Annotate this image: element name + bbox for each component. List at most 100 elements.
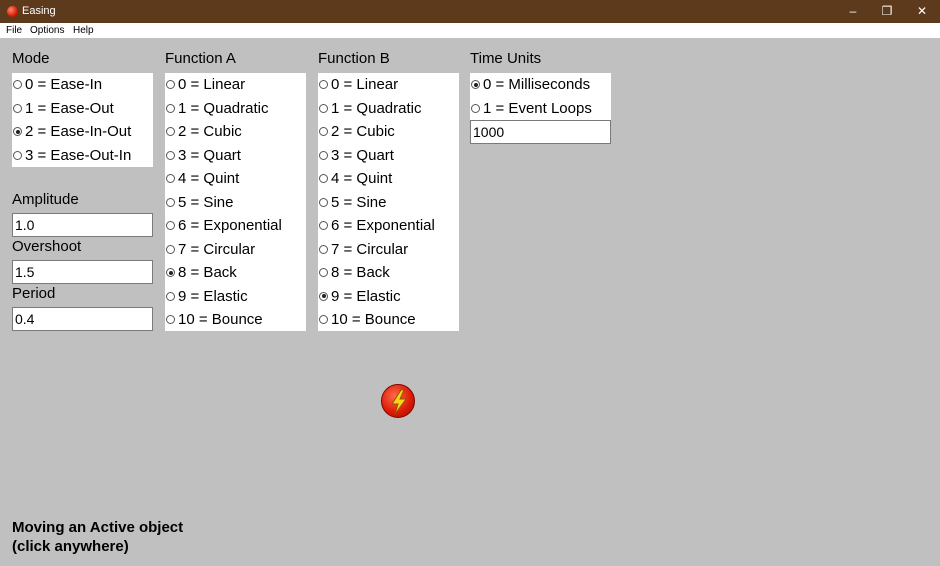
function-a-option-label: 9 = Elastic bbox=[178, 287, 248, 305]
radio-button[interactable] bbox=[166, 315, 175, 324]
function-a-option[interactable]: 8 = Back bbox=[165, 261, 306, 284]
time-units-option[interactable]: 0 = Milliseconds bbox=[470, 73, 611, 96]
function-b-option[interactable]: 7 = Circular bbox=[318, 238, 459, 261]
lightning-bolt-icon[interactable] bbox=[381, 384, 415, 418]
function-a-option[interactable]: 1 = Quadratic bbox=[165, 97, 306, 120]
function-b-option[interactable]: 9 = Elastic bbox=[318, 285, 459, 308]
time-value-input[interactable]: 1000 bbox=[470, 120, 611, 144]
mode-option-label: 0 = Ease-In bbox=[25, 76, 103, 93]
maximize-button[interactable]: ❐ bbox=[870, 0, 904, 23]
function-b-option-label: 9 = Elastic bbox=[331, 287, 401, 305]
function-a-option[interactable]: 3 = Quart bbox=[165, 144, 306, 167]
radio-button[interactable] bbox=[471, 103, 480, 113]
mode-option-label: 3 = Ease-Out-In bbox=[25, 146, 132, 164]
function-b-option-label: 8 = Back bbox=[331, 264, 390, 281]
close-button[interactable]: ✕ bbox=[905, 0, 939, 23]
amplitude-label: Amplitude bbox=[12, 191, 79, 208]
radio-button[interactable] bbox=[13, 103, 22, 113]
function-b-option[interactable]: 3 = Quart bbox=[318, 144, 459, 167]
function-a-option[interactable]: 7 = Circular bbox=[165, 238, 306, 261]
function-a-option[interactable]: 6 = Exponential bbox=[165, 214, 306, 237]
function-a-option-label: 4 = Quint bbox=[178, 170, 240, 187]
radio-button[interactable] bbox=[319, 268, 328, 277]
function-b-option[interactable]: 6 = Exponential bbox=[318, 214, 459, 237]
function-a-option-label: 10 = Bounce bbox=[178, 311, 263, 328]
radio-button[interactable] bbox=[471, 80, 480, 89]
menu-help[interactable]: Help bbox=[73, 23, 94, 38]
function-b-option-label: 7 = Circular bbox=[331, 240, 409, 258]
radio-button[interactable] bbox=[319, 150, 328, 160]
function-b-option-label: 3 = Quart bbox=[331, 146, 394, 164]
period-input[interactable]: 0.4 bbox=[12, 307, 153, 331]
function-a-option-label: 3 = Quart bbox=[178, 146, 241, 164]
radio-button[interactable] bbox=[166, 291, 175, 301]
radio-button[interactable] bbox=[319, 197, 328, 207]
menu-file[interactable]: File bbox=[6, 23, 22, 38]
menu-options[interactable]: Options bbox=[30, 23, 64, 38]
mode-option-label: 1 = Ease-Out bbox=[25, 99, 114, 117]
function-a-option-label: 1 = Quadratic bbox=[178, 99, 269, 117]
function-b-option-label: 10 = Bounce bbox=[331, 311, 416, 328]
mode-option[interactable]: 1 = Ease-Out bbox=[12, 97, 153, 120]
radio-button[interactable] bbox=[319, 315, 328, 324]
function-a-option[interactable]: 0 = Linear bbox=[165, 73, 306, 96]
mode-option[interactable]: 0 = Ease-In bbox=[12, 73, 153, 96]
radio-button[interactable] bbox=[319, 291, 328, 301]
function-a-option-label: 7 = Circular bbox=[178, 240, 256, 258]
function-a-option[interactable]: 4 = Quint bbox=[165, 167, 306, 190]
radio-button[interactable] bbox=[13, 80, 22, 89]
radio-button[interactable] bbox=[13, 127, 22, 136]
function-a-option-label: 0 = Linear bbox=[178, 76, 246, 93]
function-b-option[interactable]: 10 = Bounce bbox=[318, 308, 459, 331]
window-title: Easing bbox=[22, 5, 56, 17]
function-b-option-label: 1 = Quadratic bbox=[331, 99, 422, 117]
radio-button[interactable] bbox=[166, 268, 175, 277]
title-bar: Easing – ❐ ✕ bbox=[0, 0, 940, 23]
app-icon bbox=[7, 6, 18, 17]
time-units-label: Time Units bbox=[470, 50, 542, 67]
function-a-label: Function A bbox=[165, 50, 236, 67]
function-a-option-label: 5 = Sine bbox=[178, 193, 234, 211]
period-label: Period bbox=[12, 285, 56, 302]
function-b-option-label: 5 = Sine bbox=[331, 193, 387, 211]
mode-option[interactable]: 2 = Ease-In-Out bbox=[12, 120, 153, 143]
minimize-button[interactable]: – bbox=[836, 0, 870, 23]
function-a-option[interactable]: 2 = Cubic bbox=[165, 120, 306, 143]
radio-button[interactable] bbox=[319, 221, 328, 230]
function-a-option-label: 8 = Back bbox=[178, 264, 237, 281]
radio-button[interactable] bbox=[13, 150, 22, 160]
radio-button[interactable] bbox=[166, 80, 175, 89]
radio-button[interactable] bbox=[166, 174, 175, 183]
radio-button[interactable] bbox=[319, 244, 328, 254]
function-b-option[interactable]: 1 = Quadratic bbox=[318, 97, 459, 120]
amplitude-input[interactable]: 1.0 bbox=[12, 213, 153, 237]
radio-button[interactable] bbox=[319, 80, 328, 89]
radio-button[interactable] bbox=[166, 197, 175, 207]
function-b-option[interactable]: 0 = Linear bbox=[318, 73, 459, 96]
radio-button[interactable] bbox=[166, 103, 175, 113]
function-a-option[interactable]: 10 = Bounce bbox=[165, 308, 306, 331]
function-b-option[interactable]: 4 = Quint bbox=[318, 167, 459, 190]
function-b-label: Function B bbox=[318, 50, 390, 67]
mode-option-label: 2 = Ease-In-Out bbox=[25, 123, 132, 140]
radio-button[interactable] bbox=[319, 174, 328, 183]
function-b-option-label: 2 = Cubic bbox=[331, 123, 395, 140]
radio-button[interactable] bbox=[166, 127, 175, 136]
mode-label: Mode bbox=[12, 50, 50, 67]
time-units-radio-group: 0 = Milliseconds 1 = Event Loops bbox=[470, 73, 611, 120]
time-units-option[interactable]: 1 = Event Loops bbox=[470, 97, 611, 120]
function-a-option[interactable]: 5 = Sine bbox=[165, 191, 306, 214]
radio-button[interactable] bbox=[166, 244, 175, 254]
function-a-option[interactable]: 9 = Elastic bbox=[165, 285, 306, 308]
function-b-option[interactable]: 5 = Sine bbox=[318, 191, 459, 214]
radio-button[interactable] bbox=[166, 221, 175, 230]
radio-button[interactable] bbox=[166, 150, 175, 160]
radio-button[interactable] bbox=[319, 103, 328, 113]
radio-button[interactable] bbox=[319, 127, 328, 136]
function-a-radio-group: 0 = Linear 1 = Quadratic 2 = Cubic 3 = Quar… bbox=[165, 73, 306, 331]
overshoot-input[interactable]: 1.5 bbox=[12, 260, 153, 284]
function-b-option[interactable]: 2 = Cubic bbox=[318, 120, 459, 143]
function-b-option[interactable]: 8 = Back bbox=[318, 261, 459, 284]
time-units-option-label: 1 = Event Loops bbox=[483, 99, 592, 117]
mode-option[interactable]: 3 = Ease-Out-In bbox=[12, 144, 153, 167]
